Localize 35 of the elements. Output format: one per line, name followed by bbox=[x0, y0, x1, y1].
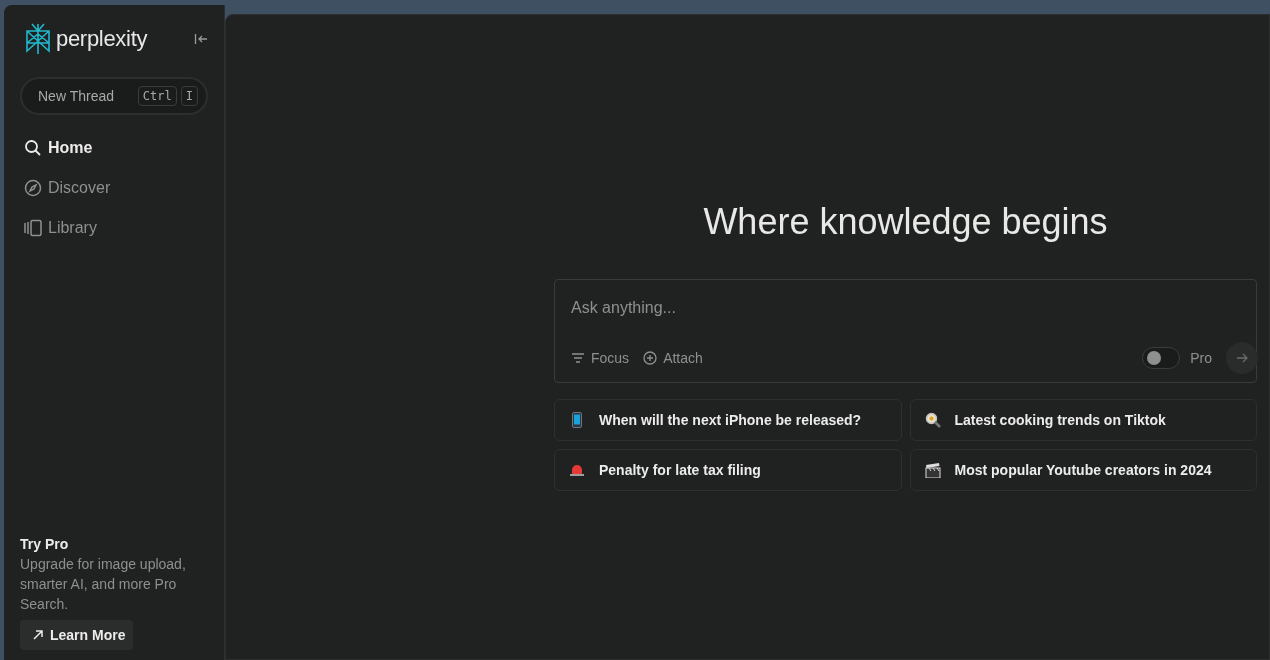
arrow-right-icon bbox=[1236, 352, 1248, 364]
clapper-icon bbox=[924, 462, 941, 478]
shortcut-key: I bbox=[180, 86, 198, 106]
shortcut-key: Ctrl bbox=[137, 86, 177, 106]
suggestion-card[interactable]: Penalty for late tax filing bbox=[554, 449, 902, 491]
library-icon bbox=[24, 219, 42, 237]
plus-circle-icon bbox=[643, 351, 658, 365]
pro-toggle[interactable] bbox=[1142, 347, 1181, 369]
collapse-sidebar-icon[interactable] bbox=[194, 33, 208, 45]
new-thread-button[interactable]: New Thread Ctrl I bbox=[20, 77, 208, 115]
filter-icon bbox=[571, 352, 585, 364]
nav-item[interactable]: Library bbox=[20, 219, 208, 237]
suggestion-card[interactable]: Most popular Youtube creators in 2024 bbox=[909, 449, 1257, 491]
suggestion-card[interactable]: Latest cooking trends on Tiktok bbox=[909, 399, 1257, 441]
compass-icon bbox=[24, 179, 42, 197]
focus-button[interactable]: Focus bbox=[571, 350, 630, 366]
nav-item[interactable]: Home bbox=[20, 139, 208, 157]
attach-button[interactable]: Attach bbox=[643, 350, 703, 366]
suggestion-card[interactable]: When will the next iPhone be released? bbox=[554, 399, 902, 441]
logo-icon bbox=[24, 23, 52, 55]
promo-title: Try Pro bbox=[20, 536, 70, 552]
search-box[interactable]: Ask anything... Focus Attach Pro bbox=[554, 279, 1257, 383]
promo-text: Upgrade for image upload, smarter AI, and more Pro Search. bbox=[20, 555, 187, 614]
nav-item[interactable]: Discover bbox=[20, 179, 208, 197]
search-input[interactable]: Ask anything... bbox=[571, 296, 1256, 320]
heading: Where knowledge begins bbox=[702, 201, 1109, 243]
pro-label: Pro bbox=[1190, 350, 1212, 366]
arrow-icon bbox=[32, 629, 44, 641]
learn-more-button[interactable]: Learn More bbox=[20, 620, 134, 650]
submit-button[interactable] bbox=[1226, 342, 1258, 374]
phone-icon bbox=[569, 412, 585, 428]
magnifier-icon bbox=[924, 412, 941, 428]
search-icon bbox=[24, 139, 42, 157]
siren-icon bbox=[569, 464, 585, 476]
logo-text: perplexity bbox=[56, 26, 148, 52]
